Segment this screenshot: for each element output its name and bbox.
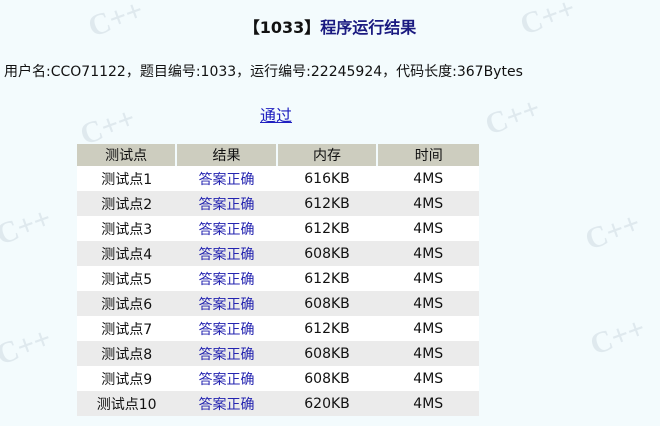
cell-time: 4MS (377, 291, 479, 316)
cell-test-point: 测试点7 (77, 316, 177, 341)
table-row: 测试点6 答案正确 608KB 4MS (77, 291, 479, 316)
page-title: 【1033】程序运行结果 (0, 14, 660, 38)
cell-result: 答案正确 (176, 341, 277, 366)
table-row: 测试点5 答案正确 612KB 4MS (77, 266, 479, 291)
cell-time: 4MS (377, 316, 479, 341)
cell-memory: 612KB (276, 316, 378, 341)
cell-time: 4MS (377, 241, 479, 266)
table-row: 测试点3 答案正确 612KB 4MS (77, 216, 479, 241)
table-row: 测试点4 答案正确 608KB 4MS (77, 241, 479, 266)
cell-memory: 608KB (276, 341, 378, 366)
table-row: 测试点9 答案正确 608KB 4MS (77, 366, 479, 391)
cell-memory: 612KB (276, 191, 378, 216)
watermark-cpp: C++ (0, 321, 56, 372)
cell-time: 4MS (377, 341, 479, 366)
cell-test-point: 测试点8 (77, 341, 177, 366)
cell-memory: 612KB (276, 266, 378, 291)
status-link[interactable]: 通过 (260, 102, 292, 126)
cell-time: 4MS (377, 216, 479, 241)
watermark-cpp: C++ (480, 91, 545, 142)
watermark-cpp: C++ (585, 311, 650, 362)
result-page: C++ C++ C++ C++ C++ C++ C++ C++ 【1033】程序… (0, 0, 660, 426)
cell-result: 答案正确 (176, 316, 277, 341)
cell-time: 4MS (377, 391, 479, 416)
header-time: 时间 (377, 144, 479, 166)
cell-test-point: 测试点9 (77, 366, 177, 391)
cell-test-point: 测试点6 (77, 291, 177, 316)
submission-info: 用户名:CCO71122，题目编号:1033，运行编号:22245924，代码长… (4, 64, 523, 80)
header-test-point: 测试点 (77, 144, 178, 166)
cell-time: 4MS (377, 166, 479, 191)
cell-test-point: 测试点2 (77, 191, 177, 216)
cell-memory: 608KB (276, 291, 378, 316)
problem-id: 【1033】 (243, 18, 321, 37)
header-result: 结果 (176, 144, 278, 166)
table-row: 测试点1 答案正确 616KB 4MS (77, 166, 479, 191)
cell-result: 答案正确 (176, 166, 277, 191)
cell-memory: 612KB (276, 216, 378, 241)
watermark-cpp: C++ (580, 206, 645, 257)
cell-time: 4MS (377, 266, 479, 291)
table-row: 测试点8 答案正确 608KB 4MS (77, 341, 479, 366)
watermark-cpp: C++ (0, 201, 56, 252)
cell-result: 答案正确 (176, 216, 277, 241)
table-row: 测试点2 答案正确 612KB 4MS (77, 191, 479, 216)
cell-time: 4MS (377, 366, 479, 391)
cell-result: 答案正确 (176, 366, 277, 391)
results-table: 测试点 结果 内存 时间 测试点1 答案正确 616KB 4MS 测试点2 答案… (77, 144, 479, 416)
cell-memory: 620KB (276, 391, 378, 416)
cell-time: 4MS (377, 191, 479, 216)
cell-result: 答案正确 (176, 291, 277, 316)
cell-test-point: 测试点4 (77, 241, 177, 266)
cell-result: 答案正确 (176, 241, 277, 266)
cell-test-point: 测试点10 (77, 391, 177, 416)
table-row: 测试点10 答案正确 620KB 4MS (77, 391, 479, 416)
table-row: 测试点7 答案正确 612KB 4MS (77, 316, 479, 341)
page-title-text: 程序运行结果 (320, 18, 417, 37)
cell-test-point: 测试点5 (77, 266, 177, 291)
header-memory: 内存 (276, 144, 379, 166)
cell-test-point: 测试点1 (77, 166, 177, 191)
cell-result: 答案正确 (176, 266, 277, 291)
cell-result: 答案正确 (176, 391, 277, 416)
cell-memory: 608KB (276, 366, 378, 391)
cell-memory: 616KB (276, 166, 378, 191)
cell-memory: 608KB (276, 241, 378, 266)
cell-result: 答案正确 (176, 191, 277, 216)
cell-test-point: 测试点3 (77, 216, 177, 241)
table-header-row: 测试点 结果 内存 时间 (77, 144, 479, 166)
